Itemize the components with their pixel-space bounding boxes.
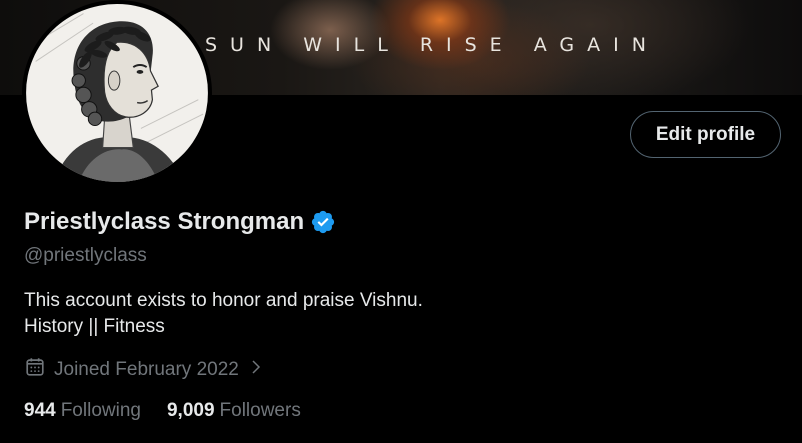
joined-date-row[interactable]: Joined February 2022 bbox=[24, 356, 265, 384]
bio-line: History || Fitness bbox=[24, 316, 165, 337]
avatar[interactable] bbox=[22, 0, 212, 186]
edit-profile-button[interactable]: Edit profile bbox=[630, 111, 781, 158]
following-count: 944 bbox=[24, 400, 56, 421]
verified-badge-icon[interactable] bbox=[310, 209, 336, 235]
chevron-right-icon[interactable] bbox=[247, 356, 265, 384]
follow-stats: 944 Following 9,009 Followers bbox=[24, 400, 301, 422]
joined-date: Joined February 2022 bbox=[54, 359, 239, 380]
name-row: Priestlyclass Strongman bbox=[24, 208, 336, 236]
bio-line: This account exists to honor and praise … bbox=[24, 290, 423, 311]
avatar-portrait-image bbox=[26, 4, 208, 182]
following-label: Following bbox=[60, 400, 141, 421]
calendar-icon bbox=[24, 356, 46, 384]
banner-text: SUN WILL RISE AGAIN bbox=[205, 34, 659, 56]
user-handle: @priestlyclass bbox=[24, 245, 147, 266]
followers-link[interactable]: 9,009 Followers bbox=[167, 400, 301, 422]
following-link[interactable]: 944 Following bbox=[24, 400, 141, 422]
display-name: Priestlyclass Strongman bbox=[24, 208, 305, 235]
bio: This account exists to honor and praise … bbox=[24, 288, 423, 340]
followers-count: 9,009 bbox=[166, 400, 215, 421]
followers-label: Followers bbox=[219, 400, 301, 421]
